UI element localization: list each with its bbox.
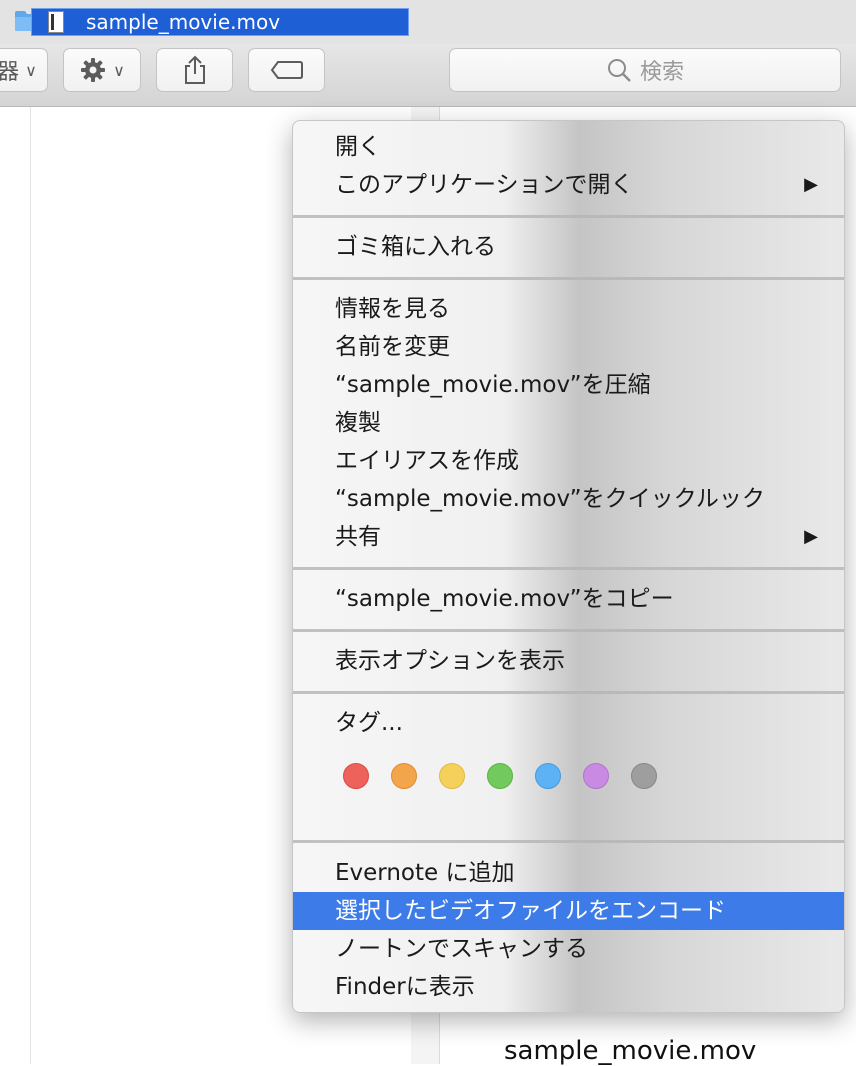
chevron-down-icon: ∨ (113, 60, 125, 80)
menu-item-show-in-finder[interactable]: Finderに表示 (293, 968, 844, 1006)
menu-item-show-view-options[interactable]: 表示オプションを表示 (293, 642, 844, 680)
menu-item-move-to-trash[interactable]: ゴミ箱に入れる (293, 228, 844, 266)
search-field[interactable]: 検索 (449, 48, 841, 92)
menu-item-label: ゴミ箱に入れる (335, 234, 496, 260)
view-mode-button[interactable]: 器 ∨ (0, 48, 48, 92)
menu-item-encode-video[interactable]: 選択したビデオファイルをエンコード (293, 892, 844, 930)
menu-item-label: “sample_movie.mov”を圧縮 (335, 372, 651, 398)
toolbar: 器 ∨ ∨ 検索 (0, 44, 856, 107)
share-button[interactable] (156, 48, 233, 92)
menu-item-label: 名前を変更 (335, 334, 450, 360)
menu-item-get-info[interactable]: 情報を見る (293, 290, 844, 328)
menu-item-label: Finderに表示 (335, 974, 475, 1000)
movie-file-icon (48, 11, 64, 33)
menu-item-compress[interactable]: “sample_movie.mov”を圧縮 (293, 366, 844, 404)
tag-color-yellow[interactable] (439, 763, 465, 789)
menu-item-tags[interactable]: タグ... (293, 704, 844, 742)
preview-file-name: sample_movie.mov (504, 1036, 757, 1066)
tag-icon (270, 61, 303, 79)
file-row-selected[interactable]: sample_movie.mov (31, 8, 409, 36)
menu-separator (293, 840, 844, 843)
menu-item-duplicate[interactable]: 複製 (293, 404, 844, 442)
share-icon (184, 55, 205, 84)
menu-item-label: ノートンでスキャンする (335, 936, 588, 962)
tag-color-blue[interactable] (535, 763, 561, 789)
view-mode-icon: 器 (0, 60, 20, 85)
file-name: sample_movie.mov (86, 10, 281, 34)
menu-item-share[interactable]: 共有 ▶ (293, 518, 844, 556)
menu-item-copy[interactable]: “sample_movie.mov”をコピー (293, 580, 844, 618)
menu-separator (293, 215, 844, 218)
menu-separator (293, 567, 844, 570)
tag-color-orange[interactable] (391, 763, 417, 789)
tag-color-green[interactable] (487, 763, 513, 789)
chevron-down-icon: ∨ (25, 60, 37, 80)
menu-item-label: エイリアスを作成 (335, 448, 519, 474)
tag-color-red[interactable] (343, 763, 369, 789)
menu-item-label: 開く (335, 134, 381, 160)
tag-color-gray[interactable] (631, 763, 657, 789)
menu-item-rename[interactable]: 名前を変更 (293, 328, 844, 366)
menu-separator (293, 277, 844, 280)
menu-item-open[interactable]: 開く (293, 128, 844, 166)
submenu-arrow-icon: ▶ (804, 526, 818, 547)
search-placeholder: 検索 (639, 60, 684, 85)
action-button[interactable]: ∨ (63, 48, 141, 92)
tag-color-purple[interactable] (583, 763, 609, 789)
menu-item-label: 表示オプションを表示 (335, 648, 565, 674)
menu-item-label: 複製 (335, 410, 381, 436)
menu-item-label: 選択したビデオファイルをエンコード (335, 898, 726, 924)
menu-item-make-alias[interactable]: エイリアスを作成 (293, 442, 844, 480)
menu-item-label: このアプリケーションで開く (335, 172, 634, 198)
menu-item-add-to-evernote[interactable]: Evernote に追加 (293, 854, 844, 892)
gear-icon (81, 58, 106, 82)
context-menu: 開く このアプリケーションで開く ▶ ゴミ箱に入れる 情報を見る 名前を変更 “s… (292, 120, 845, 1013)
menu-separator (293, 691, 844, 694)
menu-item-label: 共有 (335, 524, 381, 550)
menu-item-label: “sample_movie.mov”をクイックルック (335, 486, 765, 512)
menu-separator (293, 629, 844, 632)
menu-item-label: タグ... (335, 710, 403, 736)
menu-item-quick-look[interactable]: “sample_movie.mov”をクイックルック (293, 480, 844, 518)
menu-item-norton-scan[interactable]: ノートンでスキャンする (293, 930, 844, 968)
search-icon (607, 59, 631, 82)
menu-item-label: “sample_movie.mov”をコピー (335, 586, 674, 612)
menu-item-label: Evernote に追加 (335, 860, 515, 886)
tag-button[interactable] (248, 48, 325, 92)
menu-item-open-with[interactable]: このアプリケーションで開く ▶ (293, 166, 844, 204)
menu-item-label: 情報を見る (335, 296, 450, 322)
submenu-arrow-icon: ▶ (804, 174, 818, 195)
